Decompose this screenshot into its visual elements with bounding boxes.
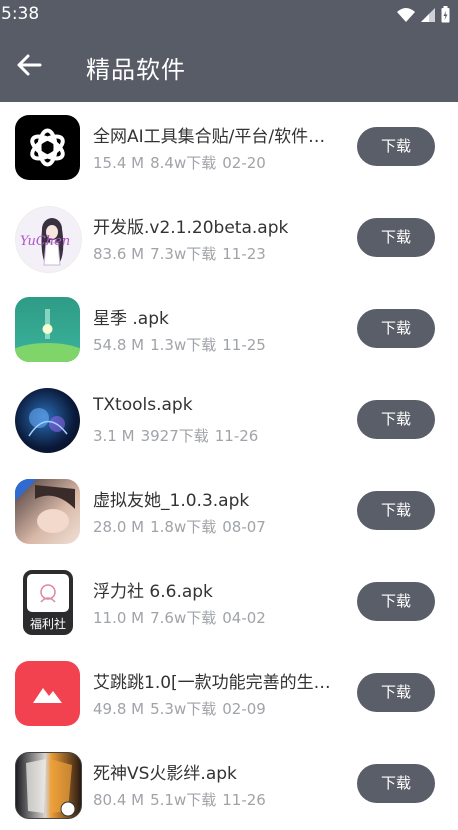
app-size: 28.0 M [93,518,145,536]
wifi-icon [397,7,415,22]
app-size: 15.4 M [93,154,145,172]
app-downloads: 7.6w下载 [150,609,217,627]
battery-icon [441,6,450,23]
app-downloads: 1.8w下载 [150,518,217,536]
app-meta: 54.8 M 1.3w下载 11-25 [93,334,272,355]
app-meta: 83.6 M 7.3w下载 11-23 [93,243,272,264]
app-name: 艾跳跳1.0[一款功能完善的生… [93,673,331,693]
app-meta: 49.8 M 5.3w下载 02-09 [93,698,272,719]
app-name: TXtools.apk [93,395,193,415]
app-date: 11-26 [214,427,259,445]
icon-text: YuChen [20,234,70,249]
app-name: 开发版.v2.1.20beta.apk [93,218,289,238]
app-meta: 28.0 M 1.8w下载 08-07 [93,516,272,537]
app-size: 3.1 M [93,427,135,445]
app-date: 11-25 [222,336,266,354]
download-button[interactable]: 下载 [357,582,435,621]
app-date: 02-20 [222,154,266,172]
bleach-naruto-icon [15,752,82,819]
app-meta: 15.4 M 8.4w下载 02-20 [93,152,272,173]
list-item[interactable]: 福利社 浮力社 6.6.apk 11.0 M 7.6w下载 04-02 下载 [0,557,458,648]
app-name: 死神VS火影绊.apk [93,764,237,784]
app-name: 浮力社 6.6.apk [93,582,213,602]
download-button[interactable]: 下载 [357,218,435,257]
app-size: 11.0 M [93,609,145,627]
app-size: 54.8 M [93,336,145,354]
app-size: 80.4 M [93,791,145,809]
app-downloads: 1.3w下载 [150,336,217,354]
signal-icon [421,7,435,22]
app-date: 08-07 [222,518,266,536]
list-item[interactable]: 全网AI工具集合贴/平台/软件… 15.4 M 8.4w下载 02-20 下载 [0,102,458,193]
app-date: 11-26 [222,791,266,809]
page-title: 精品软件 [86,56,186,84]
green-hill-icon [15,297,80,362]
app-name: 全网AI工具集合贴/平台/软件… [93,127,326,147]
download-button[interactable]: 下载 [357,764,435,803]
app-name: 星季 .apk [93,309,169,329]
app-downloads: 3927下载 [140,427,209,445]
download-button[interactable]: 下载 [357,673,435,712]
list-item[interactable]: 艾跳跳1.0[一款功能完善的生… 49.8 M 5.3w下载 02-09 下载 [0,648,458,739]
app-downloads: 5.3w下载 [150,700,217,718]
app-downloads: 8.4w下载 [150,154,217,172]
list-item[interactable]: 星季 .apk 54.8 M 1.3w下载 11-25 下载 [0,284,458,375]
openai-logo-icon [15,115,80,180]
app-meta: 11.0 M 7.6w下载 04-02 [93,607,272,628]
status-bar: 5:38 [0,0,458,30]
app-downloads: 7.3w下载 [150,245,217,263]
dark-blue-art-icon [15,388,80,453]
app-downloads: 5.1w下载 [150,791,217,809]
status-time: 5:38 [1,4,40,24]
app-name: 虚拟友她_1.0.3.apk [93,491,250,511]
app-bar: 精品软件 [0,30,458,102]
app-date: 04-02 [222,609,266,627]
list-item[interactable]: 死神VS火影绊.apk 80.4 M 5.1w下载 11-26 下载 [0,739,458,830]
back-arrow-icon[interactable] [16,52,42,78]
app-date: 02-09 [222,700,266,718]
download-button[interactable]: 下载 [357,400,435,439]
status-icons [397,6,450,23]
app-meta: 80.4 M 5.1w下载 11-26 [93,789,272,810]
red-mountain-icon [15,661,80,726]
list-item[interactable]: YuChen 开发版.v2.1.20beta.apk 83.6 M 7.3w下载 1… [0,193,458,284]
anime-girl-icon: YuChen [15,206,82,273]
download-button[interactable]: 下载 [357,127,435,166]
list-item[interactable]: TXtools.apk 3.1 M 3927下载 11-26 下载 [0,375,458,466]
list-item[interactable]: 虚拟友她_1.0.3.apk 28.0 M 1.8w下载 08-07 下载 [0,466,458,557]
icon-text: 福利社 [29,617,66,631]
sleeping-girl-icon [15,479,80,544]
app-meta: 3.1 M 3927下载 11-26 [93,425,264,446]
app-size: 83.6 M [93,245,145,263]
app-size: 49.8 M [93,700,145,718]
app-date: 11-23 [222,245,266,263]
download-button[interactable]: 下载 [357,309,435,348]
download-button[interactable]: 下载 [357,491,435,530]
fulishe-icon: 福利社 [15,570,80,635]
